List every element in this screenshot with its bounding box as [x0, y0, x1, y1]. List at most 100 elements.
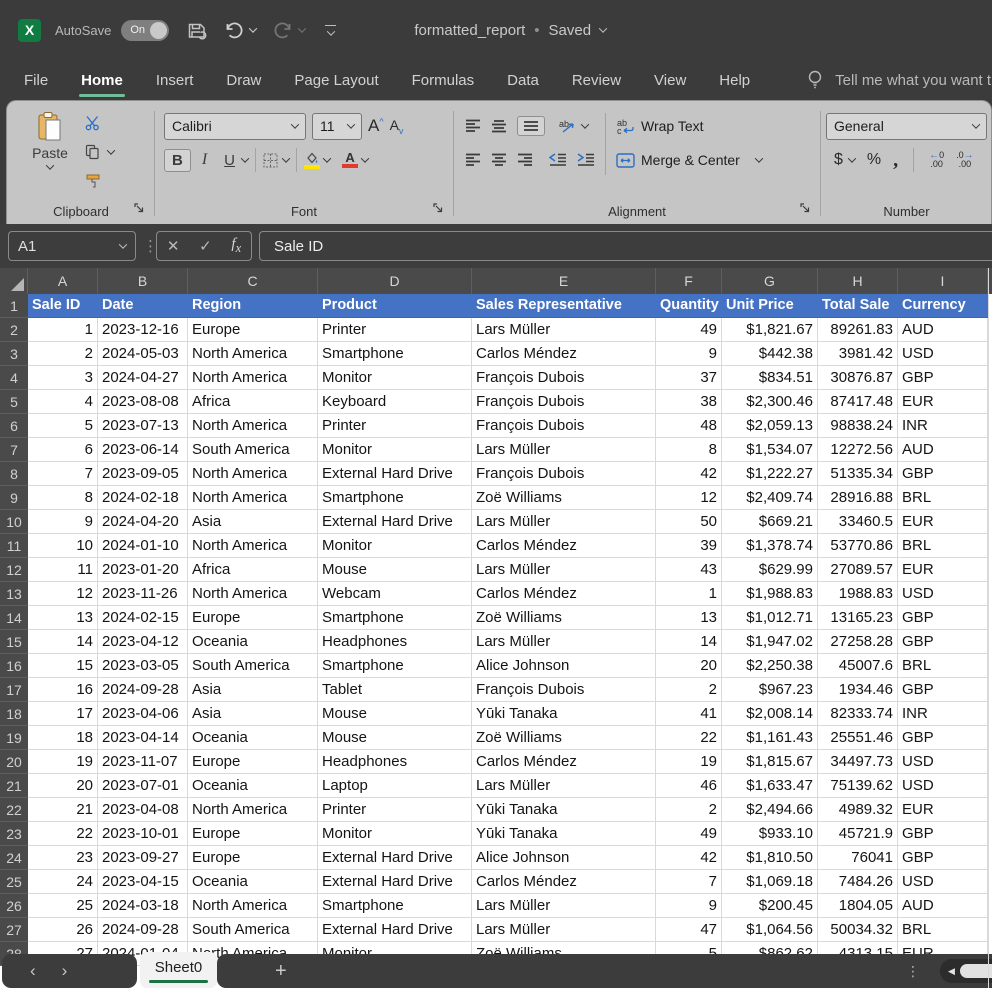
row-header[interactable]: 2 [0, 318, 28, 342]
align-bottom-button[interactable] [517, 116, 545, 136]
cell[interactable]: $629.99 [722, 558, 818, 582]
increase-font-size-icon[interactable]: A^ [368, 116, 384, 136]
cell[interactable]: 2 [656, 678, 722, 702]
cell[interactable]: 22 [28, 822, 98, 846]
cell[interactable]: 19 [28, 750, 98, 774]
cell[interactable]: Lars Müller [472, 558, 656, 582]
cell[interactable]: EUR [898, 390, 988, 414]
previous-sheet-icon[interactable]: ‹ [30, 961, 36, 981]
row-header[interactable]: 8 [0, 462, 28, 486]
cell[interactable]: $1,534.07 [722, 438, 818, 462]
column-header-d[interactable]: D [318, 268, 472, 294]
row-header[interactable]: 21 [0, 774, 28, 798]
cell[interactable]: François Dubois [472, 366, 656, 390]
tab-insert[interactable]: Insert [154, 60, 196, 100]
cell[interactable]: North America [188, 582, 318, 606]
cell[interactable]: Alice Johnson [472, 846, 656, 870]
cell[interactable]: North America [188, 534, 318, 558]
cell[interactable]: 14 [656, 630, 722, 654]
currency-dropdown-icon[interactable] [848, 154, 856, 162]
cell[interactable]: 18 [28, 726, 98, 750]
cell[interactable]: 2024-04-20 [98, 510, 188, 534]
row-header[interactable]: 6 [0, 414, 28, 438]
cell[interactable]: Smartphone [318, 654, 472, 678]
name-box[interactable]: A1 [8, 231, 136, 261]
underline-button[interactable]: U [218, 152, 238, 169]
cell[interactable]: 2023-12-16 [98, 318, 188, 342]
cell[interactable]: Mouse [318, 558, 472, 582]
cell[interactable]: 2024-03-18 [98, 894, 188, 918]
cell[interactable]: 9 [656, 894, 722, 918]
cell[interactable]: 13 [28, 606, 98, 630]
wrap-text-button[interactable]: ab c Wrap Text [616, 109, 762, 143]
cell[interactable]: 22 [656, 726, 722, 750]
cell[interactable]: $2,250.38 [722, 654, 818, 678]
cell[interactable]: $2,059.13 [722, 414, 818, 438]
header-cell[interactable]: Currency [898, 294, 988, 318]
cell[interactable]: 33460.5 [818, 510, 898, 534]
copy-dropdown-icon[interactable] [107, 146, 115, 154]
cell[interactable]: Webcam [318, 582, 472, 606]
cell[interactable]: USD [898, 582, 988, 606]
cell[interactable]: 48 [656, 414, 722, 438]
undo-button[interactable] [223, 21, 256, 39]
cell[interactable]: Carlos Méndez [472, 534, 656, 558]
insert-function-icon[interactable]: fx [231, 236, 241, 256]
cell[interactable]: External Hard Drive [318, 918, 472, 942]
orientation-button[interactable]: ab [559, 118, 588, 134]
cell[interactable]: 2024-01-10 [98, 534, 188, 558]
cell[interactable]: 23 [28, 846, 98, 870]
cell[interactable]: AUD [898, 894, 988, 918]
cell[interactable]: BRL [898, 918, 988, 942]
tab-view[interactable]: View [652, 60, 688, 100]
add-sheet-button[interactable]: + [275, 960, 287, 983]
cell[interactable]: INR [898, 414, 988, 438]
sheet-tab[interactable]: Sheet0 [140, 952, 217, 988]
header-cell[interactable]: Sale ID [28, 294, 98, 318]
cell[interactable]: 24 [28, 870, 98, 894]
header-cell[interactable]: Date [98, 294, 188, 318]
tab-file[interactable]: File [22, 60, 50, 100]
cell[interactable]: 2024-05-03 [98, 342, 188, 366]
cell[interactable]: $2,494.66 [722, 798, 818, 822]
cell[interactable]: $1,069.18 [722, 870, 818, 894]
row-header[interactable]: 22 [0, 798, 28, 822]
cell[interactable]: Oceania [188, 774, 318, 798]
cell[interactable]: $834.51 [722, 366, 818, 390]
next-sheet-icon[interactable]: › [62, 961, 68, 981]
cell[interactable]: 20 [28, 774, 98, 798]
cell[interactable]: 2023-04-14 [98, 726, 188, 750]
cell[interactable]: $1,161.43 [722, 726, 818, 750]
cell[interactable]: Carlos Méndez [472, 582, 656, 606]
row-header[interactable]: 3 [0, 342, 28, 366]
cell[interactable]: Printer [318, 414, 472, 438]
cell[interactable]: BRL [898, 654, 988, 678]
cell[interactable]: 25 [28, 894, 98, 918]
cell[interactable]: Alice Johnson [472, 654, 656, 678]
cell[interactable]: Laptop [318, 774, 472, 798]
column-header-a[interactable]: A [28, 268, 98, 294]
cell[interactable]: $2,409.74 [722, 486, 818, 510]
row-header[interactable]: 27 [0, 918, 28, 942]
cell[interactable]: $1,012.71 [722, 606, 818, 630]
row-header[interactable]: 24 [0, 846, 28, 870]
cell[interactable]: 15 [28, 654, 98, 678]
font-color-dropdown-icon[interactable] [361, 154, 369, 162]
cell[interactable]: USD [898, 342, 988, 366]
cell[interactable]: 2023-01-20 [98, 558, 188, 582]
excel-logo-icon[interactable]: X [18, 19, 41, 42]
cell[interactable]: Tablet [318, 678, 472, 702]
cell[interactable]: 16 [28, 678, 98, 702]
cell[interactable]: Zoë Williams [472, 486, 656, 510]
borders-dropdown-icon[interactable] [282, 154, 290, 162]
cell[interactable]: 20 [656, 654, 722, 678]
row-header[interactable]: 10 [0, 510, 28, 534]
cell[interactable]: Smartphone [318, 342, 472, 366]
cell[interactable]: Monitor [318, 438, 472, 462]
row-header[interactable]: 19 [0, 726, 28, 750]
cell[interactable]: Oceania [188, 630, 318, 654]
cell[interactable]: Europe [188, 846, 318, 870]
cell[interactable]: Europe [188, 750, 318, 774]
cell[interactable]: USD [898, 750, 988, 774]
percent-format-button[interactable]: % [867, 151, 881, 169]
